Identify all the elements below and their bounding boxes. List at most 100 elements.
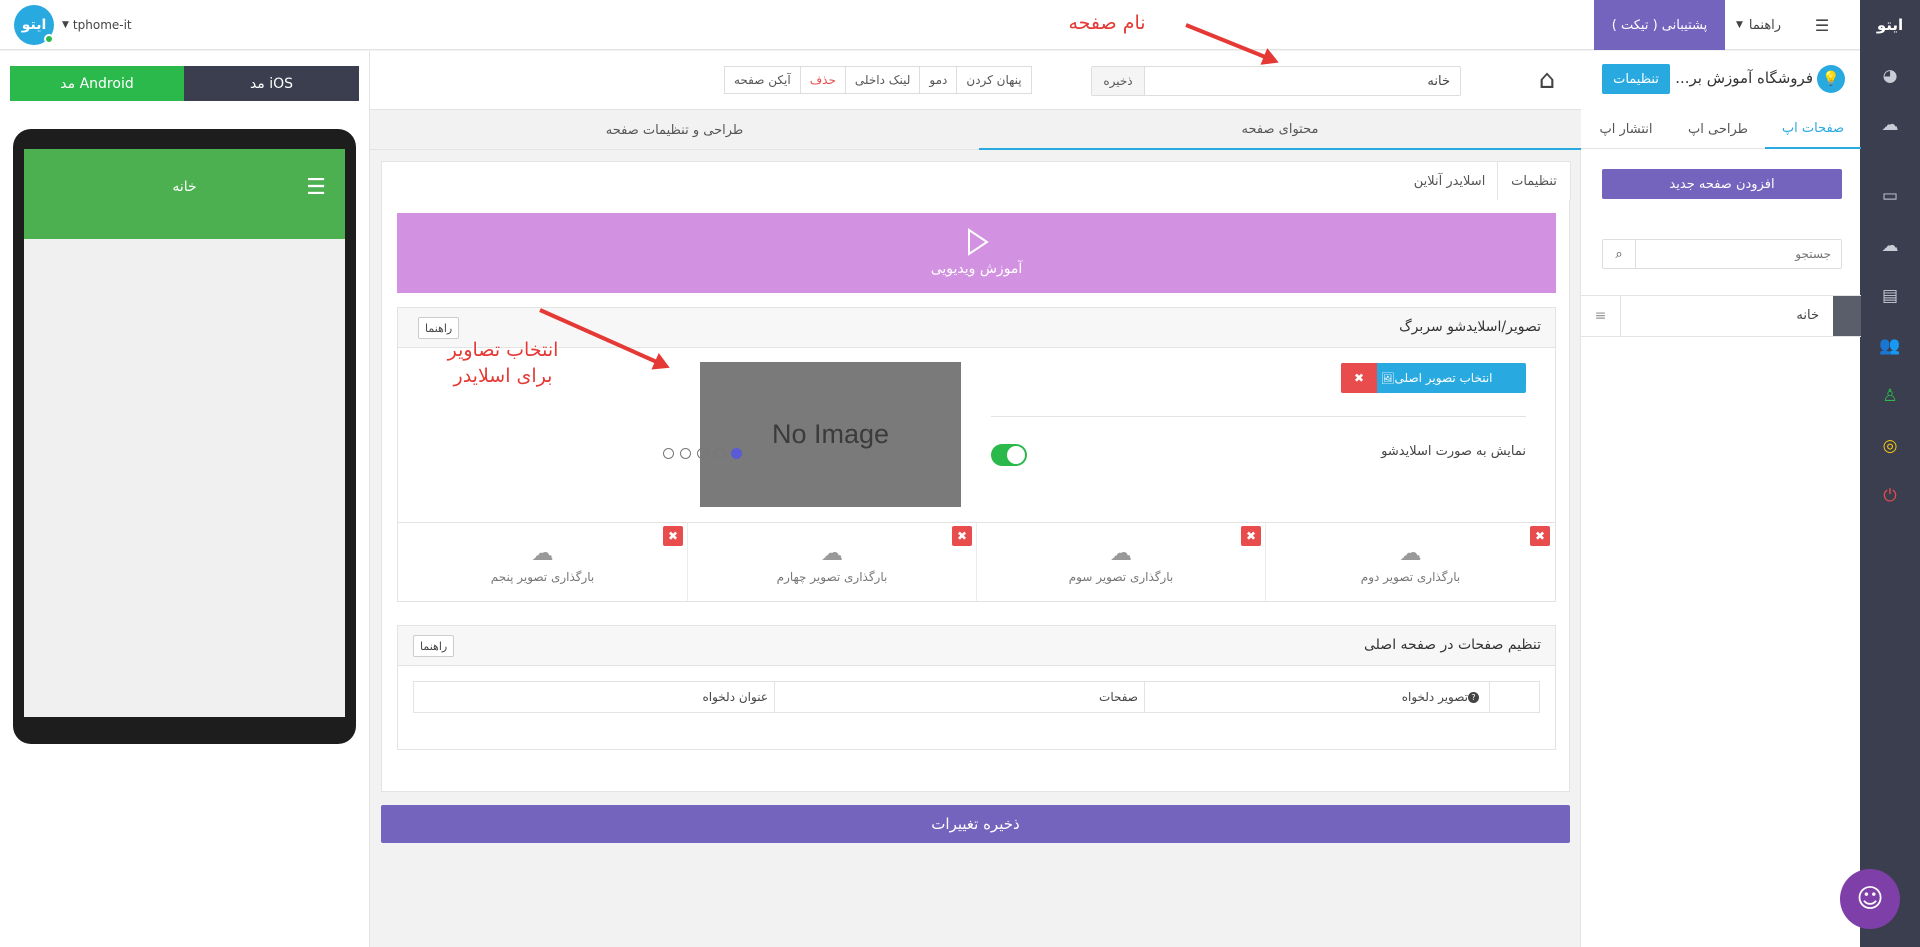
tab-settings[interactable]: تنظیمات bbox=[1497, 162, 1571, 200]
pages-panel-title: تنظیم صفحات در صفحه اصلی bbox=[1364, 637, 1541, 653]
slideshow-toggle[interactable] bbox=[991, 444, 1027, 466]
app-settings-button[interactable]: تنظیمات bbox=[1602, 64, 1670, 94]
brand-logo[interactable]: ایتو bbox=[14, 5, 54, 45]
cloud-upload-icon: ☁ bbox=[531, 540, 554, 566]
pages-help-button[interactable]: راهنما bbox=[413, 635, 455, 657]
column-custom-title: عنوان دلخواه bbox=[702, 690, 768, 704]
page-actions: پنهان کردن دمو لینک داخلی حذف آیکن صفحه bbox=[724, 66, 1032, 94]
main-tabs: محتوای صفحه طراحی و تنظیمات صفحه bbox=[370, 110, 1581, 150]
upload-second-image[interactable]: ☁ بارگذاری تصویر دوم bbox=[1265, 523, 1555, 601]
page-search: ⌕ bbox=[1602, 239, 1842, 269]
slider-dot[interactable] bbox=[697, 448, 708, 459]
support-icon[interactable]: ◎ bbox=[1860, 426, 1920, 466]
upload-fourth-image[interactable]: ☁ بارگذاری تصویر چهارم bbox=[687, 523, 976, 601]
delete-button[interactable]: حذف bbox=[800, 66, 846, 94]
page-icon-button[interactable]: آیکن صفحه bbox=[725, 66, 801, 94]
remove-second-image-button[interactable]: ✖ bbox=[1530, 526, 1550, 546]
hide-button[interactable]: پنهان کردن bbox=[957, 66, 1032, 94]
user-icon[interactable]: ♙ bbox=[1860, 376, 1920, 416]
upload-fifth-image[interactable]: ☁ بارگذاری تصویر پنجم bbox=[398, 523, 687, 601]
app-title: فروشگاه آموزش بر... bbox=[1675, 69, 1813, 87]
no-image-label: No Image bbox=[771, 419, 890, 449]
support-label: پشتیبانی ( تیکت ) bbox=[1611, 17, 1708, 33]
user-label: tphome-it bbox=[72, 18, 132, 32]
slider-dot-active[interactable] bbox=[731, 448, 742, 459]
android-mode-button[interactable]: مد Android bbox=[10, 66, 184, 101]
phone-screen: خانه ☰ bbox=[24, 149, 345, 717]
rail-logo-text: ایتو bbox=[1876, 16, 1904, 34]
add-page-button[interactable]: افزودن صفحه جدید bbox=[1602, 169, 1842, 199]
guide-menu[interactable]: ▼ راهنما bbox=[1736, 15, 1781, 35]
chat-widget-button[interactable]: ☺ bbox=[1840, 869, 1900, 929]
internal-link-button[interactable]: لینک داخلی bbox=[845, 66, 921, 94]
toggle-knob bbox=[1007, 446, 1025, 464]
editor-toolbar: ⌂ ذخیره پنهان کردن دمو لینک داخلی حذف آی… bbox=[370, 51, 1581, 110]
remove-main-image-button[interactable]: ✖ bbox=[1341, 363, 1377, 393]
header-help-button[interactable]: راهنما bbox=[418, 317, 460, 339]
annotation-line-2: برای اسلایدر bbox=[453, 365, 553, 387]
tab-page-content[interactable]: محتوای صفحه bbox=[979, 110, 1581, 150]
play-icon bbox=[966, 228, 989, 256]
page-list-label: خانه bbox=[1796, 308, 1819, 323]
tab-app-publish[interactable]: انتشار اپ bbox=[1581, 109, 1671, 149]
drag-handle-icon[interactable]: ≡ bbox=[1581, 296, 1621, 336]
guide-label: راهنما bbox=[1748, 17, 1782, 33]
tab-app-design[interactable]: طراحی اپ bbox=[1671, 109, 1765, 149]
app-tabs: صفحات اپ طراحی اپ انتشار اپ bbox=[1581, 109, 1861, 149]
page-name-input[interactable] bbox=[1145, 67, 1460, 95]
app-screen-title: خانه bbox=[172, 179, 197, 195]
demo-button[interactable]: دمو bbox=[920, 66, 958, 94]
video-tutorial-banner[interactable]: آموزش ویدیویی bbox=[397, 213, 1556, 293]
slider-dot[interactable] bbox=[714, 448, 725, 459]
save-page-name-button[interactable]: ذخیره bbox=[1092, 67, 1145, 95]
search-icon[interactable]: ⌕ bbox=[1603, 240, 1636, 268]
app-title-icon: 💡 bbox=[1817, 65, 1845, 93]
hamburger-icon[interactable]: ☰ bbox=[304, 175, 328, 200]
rail-logo[interactable]: ایتو bbox=[1860, 5, 1920, 45]
user-menu[interactable]: ▼ tphome-it bbox=[62, 15, 132, 35]
home-icon[interactable]: ⌂ bbox=[1532, 65, 1562, 95]
image-icon: 🖼 bbox=[1380, 371, 1395, 385]
tab-app-pages[interactable]: صفحات اپ bbox=[1765, 109, 1861, 149]
power-icon[interactable]: ⏻ bbox=[1860, 476, 1920, 516]
cloud-icon[interactable]: ☁ bbox=[1860, 226, 1920, 266]
column-pages: صفحات bbox=[774, 682, 1144, 712]
slider-dot[interactable] bbox=[680, 448, 691, 459]
editor-area: ⌂ ذخیره پنهان کردن دمو لینک داخلی حذف آی… bbox=[369, 51, 1581, 947]
upload-label: بارگذاری تصویر سوم bbox=[1068, 569, 1174, 584]
ios-mode-button[interactable]: مد iOS bbox=[184, 66, 359, 101]
upload-third-image[interactable]: ☁ بارگذاری تصویر سوم bbox=[976, 523, 1265, 601]
slider-images-annotation: انتخاب تصاویر برای اسلایدر bbox=[433, 337, 573, 389]
select-main-image-label: انتخاب تصویر اصلی bbox=[1394, 371, 1493, 385]
tab-page-design-settings[interactable]: طراحی و تنظیمات صفحه bbox=[370, 110, 979, 150]
phone-frame: خانه ☰ bbox=[13, 129, 356, 744]
users-icon[interactable]: 👥 bbox=[1860, 326, 1920, 366]
app-header: خانه ☰ bbox=[24, 149, 345, 239]
dashboard-icon[interactable]: ◕ bbox=[1860, 56, 1920, 96]
cloud-upload-icon: ☁ bbox=[1110, 540, 1132, 566]
cloud-upload-icon[interactable]: ☁ bbox=[1860, 105, 1920, 145]
divider bbox=[991, 416, 1526, 417]
content-card: تنظیمات اسلایدر آنلاین آموزش ویدیویی تصو… bbox=[381, 161, 1571, 792]
menu-toggle-icon[interactable]: ☰ bbox=[1810, 13, 1834, 37]
remove-fifth-image-button[interactable]: ✖ bbox=[663, 526, 683, 546]
save-changes-button[interactable]: ذخیره تغییرات bbox=[381, 805, 1570, 843]
online-status-dot bbox=[44, 34, 54, 44]
credit-card-icon[interactable]: ▭ bbox=[1860, 176, 1920, 216]
page-list-item[interactable]: خانه ≡ bbox=[1581, 295, 1861, 337]
search-input[interactable] bbox=[1636, 240, 1841, 268]
annotation-line-1: انتخاب تصاویر bbox=[447, 339, 559, 361]
active-indicator bbox=[1833, 296, 1861, 336]
support-ticket-button[interactable]: پشتیبانی ( تیکت ) bbox=[1594, 0, 1725, 50]
brand-logo-text: ایتو bbox=[21, 17, 47, 33]
id-card-icon[interactable]: ▤ bbox=[1860, 276, 1920, 316]
tab-online-slider[interactable]: اسلایدر آنلاین bbox=[1402, 162, 1497, 200]
slider-dot[interactable] bbox=[663, 448, 674, 459]
icon-rail: ایتو ◕ ☁ ▭ ☁ ▤ 👥 ♙ ◎ ⏻ bbox=[1860, 0, 1920, 947]
remove-fourth-image-button[interactable]: ✖ bbox=[952, 526, 972, 546]
pages-table-header: تصویر دلخواه ? صفحات عنوان دلخواه bbox=[413, 681, 1540, 713]
upload-label: بارگذاری تصویر چهارم bbox=[776, 569, 888, 584]
remove-third-image-button[interactable]: ✖ bbox=[1241, 526, 1261, 546]
slider-dots bbox=[660, 448, 745, 462]
slideshow-toggle-label: نمایش به صورت اسلایدشو bbox=[1381, 444, 1526, 459]
